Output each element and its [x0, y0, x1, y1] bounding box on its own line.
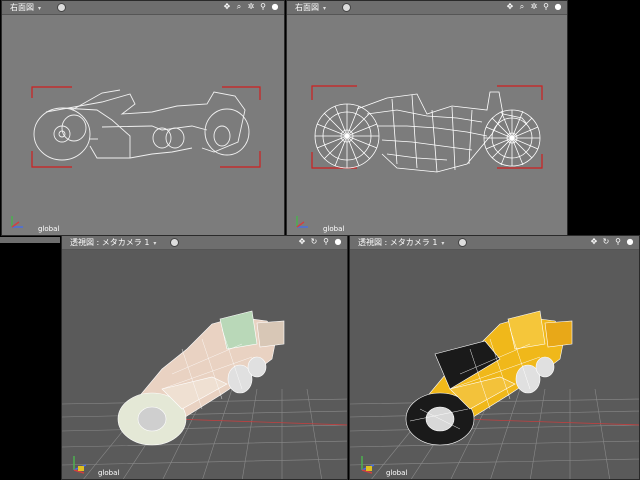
chevron-down-icon[interactable]: ▾	[153, 240, 156, 247]
viewport-title: 右面図	[295, 3, 319, 12]
coordinate-system-label: global	[386, 469, 408, 477]
move-icon[interactable]: ✥	[297, 237, 307, 247]
move-icon[interactable]: ✥	[505, 2, 515, 12]
viewport-right-view-outline[interactable]: 右面図 ▾ ✥ ⌕ ✲ ⚲ ● global	[1, 0, 285, 236]
bike-shaded-drawing	[62, 310, 347, 479]
viewport-title-button[interactable]: 右面図 ▾	[10, 2, 41, 13]
viewport-title-button[interactable]: 透視図 : メタカメラ 1 ▾	[358, 237, 444, 248]
viewport-title: 透視図 : メタカメラ 1	[70, 238, 150, 247]
coordinate-system-label: global	[98, 469, 120, 477]
viewport-perspective-shaded[interactable]: 透視図 : メタカメラ 1 ▾ ✥ ↻ ⚲ ● global	[61, 235, 348, 480]
rotate-icon[interactable]: ✲	[246, 2, 256, 12]
search-icon[interactable]: ⚲	[321, 237, 331, 247]
sphere-icon[interactable]: ●	[333, 237, 343, 247]
viewport-canvas[interactable]: global	[350, 249, 639, 479]
viewport-right-view-wireframe[interactable]: 右面図 ▾ ✥ ⌕ ✲ ⚲ ● global	[286, 0, 568, 236]
zoom-icon[interactable]: ⌕	[234, 2, 244, 12]
sphere-icon[interactable]: ●	[553, 2, 563, 12]
bike-yellow-drawing	[350, 310, 639, 479]
sphere-icon[interactable]: ●	[625, 237, 635, 247]
viewport-header: 右面図 ▾ ✥ ⌕ ✲ ⚲ ●	[2, 1, 284, 15]
display-mode-icon[interactable]	[458, 238, 467, 247]
viewport-title-button[interactable]: 透視図 : メタカメラ 1 ▾	[70, 237, 156, 248]
viewport-canvas[interactable]: global	[287, 14, 567, 235]
coordinate-system-label: global	[323, 225, 345, 233]
coordinate-system-label: global	[38, 225, 60, 233]
rotate-icon[interactable]: ✲	[529, 2, 539, 12]
sphere-icon[interactable]: ●	[270, 2, 280, 12]
move-icon[interactable]: ✥	[589, 237, 599, 247]
chevron-down-icon[interactable]: ▾	[323, 5, 326, 12]
move-icon[interactable]: ✥	[222, 2, 232, 12]
viewport-perspective-textured[interactable]: 透視図 : メタカメラ 1 ▾ ✥ ↻ ⚲ ● global	[349, 235, 640, 480]
viewport-header: 透視図 : メタカメラ 1 ▾ ✥ ↻ ⚲ ●	[350, 236, 639, 250]
display-mode-icon[interactable]	[170, 238, 179, 247]
viewport-canvas[interactable]: global	[62, 249, 347, 479]
viewport-tools: ✥ ⌕ ✲ ⚲ ●	[222, 2, 280, 12]
viewport-divider-strip	[0, 237, 60, 243]
viewport-canvas[interactable]: global	[2, 14, 284, 235]
viewport-header: 右面図 ▾ ✥ ⌕ ✲ ⚲ ●	[287, 1, 567, 15]
viewport-title-button[interactable]: 右面図 ▾	[295, 2, 326, 13]
axis-gizmo-icon	[11, 216, 23, 228]
bike-outline-drawing	[31, 86, 261, 168]
rotate-icon[interactable]: ↻	[309, 237, 319, 247]
display-mode-icon[interactable]	[342, 3, 351, 12]
zoom-icon[interactable]: ⌕	[517, 2, 527, 12]
search-icon[interactable]: ⚲	[258, 2, 268, 12]
viewport-title: 右面図	[10, 3, 34, 12]
axis-gizmo-icon	[361, 456, 375, 474]
axis-gizmo-icon	[296, 216, 308, 228]
chevron-down-icon[interactable]: ▾	[38, 5, 41, 12]
viewport-title: 透視図 : メタカメラ 1	[358, 238, 438, 247]
search-icon[interactable]: ⚲	[541, 2, 551, 12]
chevron-down-icon[interactable]: ▾	[441, 240, 444, 247]
bike-wireframe-drawing	[311, 85, 543, 173]
viewport-tools: ✥ ↻ ⚲ ●	[297, 237, 343, 247]
display-mode-icon[interactable]	[57, 3, 66, 12]
viewport-header: 透視図 : メタカメラ 1 ▾ ✥ ↻ ⚲ ●	[62, 236, 347, 250]
rotate-icon[interactable]: ↻	[601, 237, 611, 247]
viewport-tools: ✥ ↻ ⚲ ●	[589, 237, 635, 247]
viewport-tools: ✥ ⌕ ✲ ⚲ ●	[505, 2, 563, 12]
axis-gizmo-icon	[73, 456, 87, 474]
search-icon[interactable]: ⚲	[613, 237, 623, 247]
